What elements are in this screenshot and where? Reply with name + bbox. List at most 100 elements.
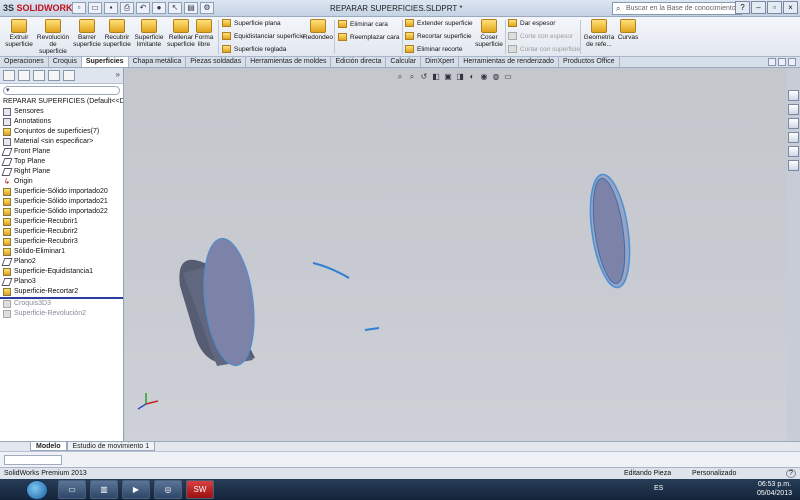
zoom-fit-icon[interactable]: ⌕ — [395, 72, 405, 82]
solidworks-taskbar-button[interactable]: SW — [186, 480, 214, 499]
tab-productos-office[interactable]: Productos Office — [559, 57, 620, 67]
new-icon[interactable]: ▫ — [72, 2, 86, 14]
dimxpert-manager-tab-icon[interactable] — [48, 70, 60, 81]
tab-motion-study[interactable]: Estudio de movimiento 1 — [66, 442, 156, 451]
thicken-button[interactable]: Dar espesor — [508, 18, 555, 29]
trimmed-edge-segment[interactable] — [364, 327, 380, 331]
doc-restore-button[interactable] — [778, 58, 786, 66]
minimize-button[interactable]: – — [751, 1, 766, 14]
app-logo[interactable]: 3S SOLIDWORKS — [3, 3, 79, 13]
tree-item-sketch3d3[interactable]: Croquis3D3 — [0, 299, 123, 309]
tree-item-imported-22[interactable]: Superficie-Sólido importado22 — [0, 207, 123, 217]
start-button[interactable] — [26, 480, 48, 500]
doc-minimize-button[interactable] — [768, 58, 776, 66]
media-player-icon[interactable]: ▶ — [122, 480, 150, 499]
tab-croquis[interactable]: Croquis — [49, 57, 82, 67]
hide-show-icon[interactable]: ◐ — [467, 72, 477, 82]
curves-button[interactable]: Curvas — [614, 19, 642, 41]
clock[interactable]: 06:53 p.m. 05/04/2013 — [757, 480, 792, 498]
doc-close-button[interactable] — [788, 58, 796, 66]
tree-item-revolve-2[interactable]: Superficie-Revolución2 — [0, 309, 123, 319]
knit-surface-button[interactable]: Coser superficie — [472, 19, 506, 48]
display-manager-tab-icon[interactable] — [63, 70, 75, 81]
select-icon[interactable]: ↖ — [168, 2, 182, 14]
property-manager-tab-icon[interactable] — [18, 70, 30, 81]
view-settings-icon[interactable]: ▭ — [503, 72, 513, 82]
tree-item-imported-21[interactable]: Superficie-Sólido importado21 — [0, 197, 123, 207]
section-view-icon[interactable]: ◧ — [431, 72, 441, 82]
feature-manager-tab-icon[interactable] — [3, 70, 15, 81]
appearances-icon[interactable] — [788, 146, 799, 157]
search-input[interactable]: ⌕ Buscar en la Base de conocimiento — [612, 2, 742, 15]
tree-item-plane3[interactable]: Plano3 — [0, 277, 123, 287]
tree-item-origin[interactable]: ↳ Origin — [0, 177, 123, 187]
reference-geometry-button[interactable]: Geometría de refe... — [582, 19, 616, 48]
print-icon[interactable]: ⎙ — [120, 2, 134, 14]
tab-herramientas-renderizado[interactable]: Herramientas de renderizado — [459, 57, 559, 67]
previous-view-icon[interactable]: ↺ — [419, 72, 429, 82]
chrome-icon[interactable]: ◎ — [154, 480, 182, 499]
revolve-surface-button[interactable]: Revolución de superficie — [36, 19, 70, 55]
units-status[interactable]: Personalizado — [692, 468, 736, 479]
tree-item-loft-1[interactable]: Superficie-Recubrir1 — [0, 217, 123, 227]
options-icon[interactable]: ⚙ — [200, 2, 214, 14]
tree-filter-input[interactable]: ▾ — [3, 86, 120, 95]
tree-item-top-plane[interactable]: Top Plane — [0, 157, 123, 167]
tab-piezas-soldadas[interactable]: Piezas soldadas — [186, 57, 247, 67]
extrude-surface-button[interactable]: Extruir superficie — [2, 19, 36, 48]
surface-cut-button[interactable]: Cortar con superficie — [508, 44, 580, 55]
tab-chapa-metalica[interactable]: Chapa metálica — [129, 57, 187, 67]
design-library-icon[interactable] — [788, 104, 799, 115]
libraries-icon[interactable]: ▥ — [90, 480, 118, 499]
tree-item-material[interactable]: Material <sin especificar> — [0, 137, 123, 147]
disc-part[interactable] — [584, 172, 636, 290]
tab-herramientas-moldes[interactable]: Herramientas de moldes — [246, 57, 332, 67]
delete-face-button[interactable]: Eliminar cara — [338, 19, 388, 30]
chevron-right-icon[interactable]: » — [116, 70, 120, 79]
help-icon[interactable]: ? — [735, 1, 750, 14]
command-input[interactable] — [4, 455, 62, 465]
explorer-icon[interactable]: ▭ — [58, 480, 86, 499]
sweep-surface-button[interactable]: Barrer superficie — [70, 19, 104, 48]
tree-item-surface-bodies[interactable]: Conjuntos de superficies(7) — [0, 127, 123, 137]
tree-item-trim-2[interactable]: Superficie-Recortar2 — [0, 287, 123, 297]
trimmed-edge-arc[interactable] — [312, 262, 350, 279]
display-style-icon[interactable]: ◨ — [455, 72, 465, 82]
ruled-surface-button[interactable]: Superficie reglada — [222, 44, 286, 55]
rebuild-icon[interactable]: ● — [152, 2, 166, 14]
tab-edicion-directa[interactable]: Edición directa — [331, 57, 387, 67]
tree-item-imported-20[interactable]: Superficie-Sólido importado20 — [0, 187, 123, 197]
view-palette-icon[interactable] — [788, 132, 799, 143]
custom-properties-icon[interactable] — [788, 160, 799, 171]
tree-item-plane2[interactable]: Plano2 — [0, 257, 123, 267]
home-resources-icon[interactable] — [788, 90, 799, 101]
undo-icon[interactable]: ↶ — [136, 2, 150, 14]
tab-calcular[interactable]: Calcular — [386, 57, 422, 67]
replace-face-button[interactable]: Reemplazar cara — [338, 32, 400, 43]
tree-item-annotations[interactable]: Annotations — [0, 117, 123, 127]
trim-surface-button[interactable]: Recortar superficie — [405, 31, 472, 42]
tab-modelo[interactable]: Modelo — [30, 442, 67, 451]
tree-item-loft-3[interactable]: Superficie-Recubrir3 — [0, 237, 123, 247]
tree-item-front-plane[interactable]: Front Plane — [0, 147, 123, 157]
loft-surface-button[interactable]: Recubrir superficie — [100, 19, 134, 48]
extend-surface-button[interactable]: Extender superficie — [405, 18, 473, 29]
tree-item-right-plane[interactable]: Right Plane — [0, 167, 123, 177]
tab-superficies[interactable]: Superficies — [81, 57, 129, 67]
thickened-cut-button[interactable]: Corte con espesor — [508, 31, 573, 42]
file-properties-icon[interactable]: ▤ — [184, 2, 198, 14]
offset-surface-button[interactable]: Equidistanciar superficie — [222, 31, 304, 42]
tab-operaciones[interactable]: Operaciones — [0, 57, 49, 67]
language-indicator[interactable]: ES — [654, 485, 663, 492]
view-orientation-icon[interactable]: ▣ — [443, 72, 453, 82]
tree-item-offset-1[interactable]: Superficie-Equidistancia1 — [0, 267, 123, 277]
cylinder-part[interactable] — [179, 236, 260, 369]
tab-dimxpert[interactable]: DimXpert — [421, 57, 460, 67]
tree-item-delete-body[interactable]: Sólido-Eliminar1 — [0, 247, 123, 257]
tree-root-part[interactable]: REPARAR SUPERFICIES (Default<<Default> — [0, 97, 123, 107]
tree-item-loft-2[interactable]: Superficie-Recubrir2 — [0, 227, 123, 237]
open-icon[interactable]: ▭ — [88, 2, 102, 14]
apply-scene-icon[interactable]: ◍ — [491, 72, 501, 82]
boundary-surface-button[interactable]: Superficie limitante — [132, 19, 166, 48]
file-explorer-icon[interactable] — [788, 118, 799, 129]
